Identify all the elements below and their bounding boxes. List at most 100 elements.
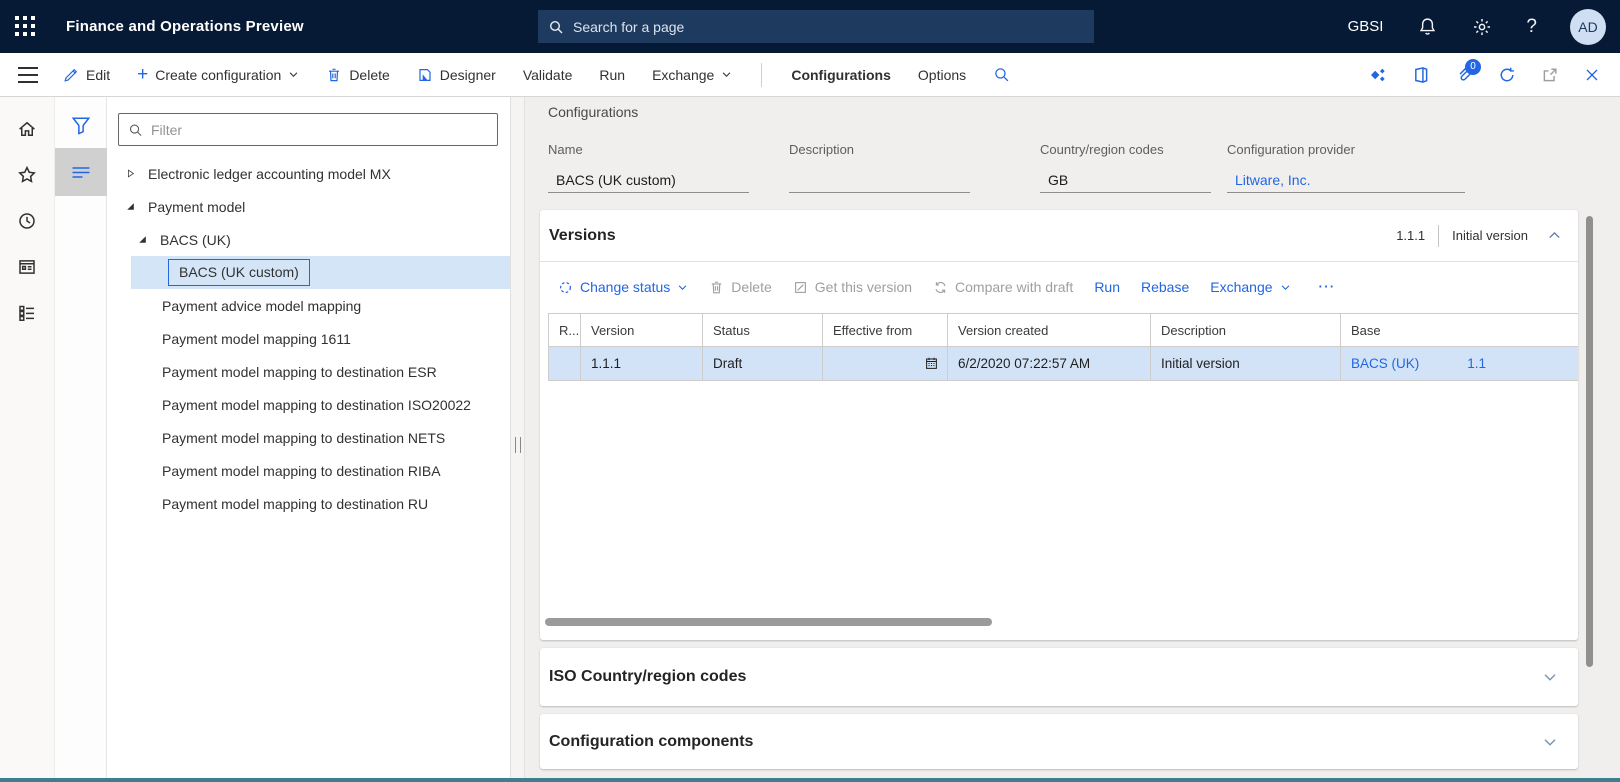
open-in-new-window-button[interactable] — [1541, 66, 1559, 84]
tree-item-mapping-destination-nets[interactable]: Payment model mapping to destination NET… — [107, 421, 510, 454]
more-commands-button[interactable]: ⋯ — [1318, 277, 1336, 297]
horizontal-scrollbar[interactable] — [545, 618, 992, 626]
run-button[interactable]: Run — [599, 67, 625, 83]
tree-item-electronic-ledger[interactable]: Electronic ledger accounting model MX — [107, 157, 510, 190]
cell-effective-from[interactable] — [823, 347, 948, 381]
col-base[interactable]: Base — [1341, 313, 1578, 347]
cell-description[interactable]: Initial version — [1151, 347, 1341, 381]
col-version-created[interactable]: Version created — [948, 313, 1151, 347]
splitter-grip-icon[interactable] — [515, 437, 521, 453]
panel-splitter[interactable] — [510, 97, 525, 778]
exchange-version-button[interactable]: Exchange — [1210, 279, 1290, 295]
base-version-number: 1.1 — [1467, 356, 1486, 371]
clock-icon — [17, 211, 37, 231]
col-record-mark[interactable]: R... — [549, 313, 581, 347]
col-status[interactable]: Status — [703, 313, 823, 347]
chevron-down-icon — [1542, 734, 1558, 750]
vertical-scrollbar[interactable] — [1586, 216, 1593, 667]
nav-menu-button[interactable] — [0, 53, 55, 97]
exchange-button[interactable]: Exchange — [652, 67, 732, 83]
tree-item-mapping-destination-esr[interactable]: Payment model mapping to destination ESR — [107, 355, 510, 388]
version-row[interactable]: 1.1.1 Draft 6/2/2020 07:22:57 AM Initial… — [548, 347, 1578, 381]
favorites-button[interactable] — [7, 152, 47, 198]
search-icon — [993, 66, 1010, 83]
versions-panel: Versions 1.1.1 Initial version Change st… — [540, 210, 1578, 640]
company-picker[interactable]: GBSI — [1348, 18, 1384, 35]
tree-filter-input[interactable] — [151, 122, 488, 138]
name-value[interactable]: BACS (UK custom) — [548, 170, 749, 193]
settings-button[interactable] — [1471, 16, 1493, 38]
close-button[interactable] — [1584, 67, 1600, 83]
collapse-section-button[interactable] — [1547, 228, 1562, 243]
designer-button[interactable]: Designer — [417, 67, 496, 83]
rebase-button[interactable]: Rebase — [1141, 279, 1189, 295]
tree-item-payment-advice-model-mapping[interactable]: Payment advice model mapping — [107, 289, 510, 322]
expand-section-button[interactable] — [1542, 734, 1558, 750]
tree-item-payment-model[interactable]: Payment model — [107, 190, 510, 223]
delete-version-button[interactable]: Delete — [709, 279, 771, 295]
tab-options[interactable]: Options — [918, 67, 966, 83]
description-value[interactable] — [789, 170, 970, 193]
expand-collapsed-icon[interactable] — [122, 166, 138, 182]
notifications-button[interactable] — [1416, 16, 1438, 38]
description-field: Description — [789, 142, 970, 193]
iso-country-region-codes-section[interactable]: ISO Country/region codes — [540, 648, 1578, 706]
office-button[interactable] — [1412, 66, 1430, 84]
chevron-down-icon — [1280, 282, 1291, 293]
filter-tool-button[interactable] — [55, 104, 107, 146]
col-version[interactable]: Version — [581, 313, 703, 347]
base-configuration-link[interactable]: BACS (UK) — [1351, 356, 1419, 371]
modules-button[interactable] — [7, 290, 47, 336]
delete-button[interactable]: Delete — [326, 67, 389, 83]
attachments-button[interactable]: 0 — [1455, 66, 1473, 84]
run-version-button[interactable]: Run — [1094, 279, 1120, 295]
cell-base[interactable]: BACS (UK) 1.1 — [1341, 347, 1578, 381]
refresh-button[interactable] — [1498, 66, 1516, 84]
create-configuration-button[interactable]: + Create configuration — [137, 67, 299, 83]
country-region-codes-value[interactable]: GB — [1040, 170, 1211, 193]
tree-item-payment-model-mapping-1611[interactable]: Payment model mapping 1611 — [107, 322, 510, 355]
expand-expanded-icon[interactable] — [134, 232, 150, 248]
components-section-title: Configuration components — [549, 733, 753, 751]
tree-item-mapping-destination-iso20022[interactable]: Payment model mapping to destination ISO… — [107, 388, 510, 421]
get-this-version-button[interactable]: Get this version — [793, 279, 912, 295]
page-search-box[interactable] — [538, 10, 1094, 43]
tree-item-bacs-uk[interactable]: BACS (UK) — [107, 223, 510, 256]
expand-section-button[interactable] — [1542, 669, 1558, 685]
col-description[interactable]: Description — [1151, 313, 1341, 347]
recent-button[interactable] — [7, 198, 47, 244]
calendar-icon[interactable] — [924, 356, 939, 371]
col-effective-from[interactable]: Effective from — [823, 313, 948, 347]
expand-expanded-icon[interactable] — [122, 199, 138, 215]
page-search-input[interactable] — [573, 19, 1084, 35]
action-search-button[interactable] — [993, 66, 1010, 83]
compare-with-draft-button[interactable]: Compare with draft — [933, 279, 1073, 295]
window-bottom-edge — [0, 778, 1620, 782]
cell-status[interactable]: Draft — [703, 347, 823, 381]
cell-record-mark[interactable] — [549, 347, 581, 381]
search-icon — [128, 122, 143, 138]
app-launcher-button[interactable] — [0, 0, 50, 53]
tree-filter-box[interactable] — [118, 113, 498, 146]
configuration-provider-link[interactable]: Litware, Inc. — [1227, 170, 1465, 193]
tree-item-mapping-destination-ru[interactable]: Payment model mapping to destination RU — [107, 487, 510, 520]
chevron-up-icon — [1547, 228, 1562, 243]
country-region-codes-field: Country/region codes GB — [1040, 142, 1211, 193]
tree-item-bacs-uk-custom[interactable]: BACS (UK custom) — [131, 256, 510, 289]
configuration-components-section[interactable]: Configuration components — [540, 714, 1578, 769]
validate-button[interactable]: Validate — [523, 67, 573, 83]
avatar[interactable]: AD — [1570, 9, 1606, 45]
edit-button[interactable]: Edit — [63, 67, 110, 83]
insights-button[interactable] — [1369, 66, 1387, 84]
tree-view-button[interactable] — [55, 148, 107, 196]
tree-tools-rail — [55, 97, 107, 778]
tab-configurations[interactable]: Configurations — [791, 67, 891, 83]
home-button[interactable] — [7, 106, 47, 152]
change-status-button[interactable]: Change status — [558, 279, 688, 295]
tree-item-mapping-destination-riba[interactable]: Payment model mapping to destination RIB… — [107, 454, 510, 487]
workspaces-button[interactable] — [7, 244, 47, 290]
help-button[interactable]: ? — [1526, 16, 1537, 38]
cell-version-created[interactable]: 6/2/2020 07:22:57 AM — [948, 347, 1151, 381]
home-icon — [17, 119, 37, 139]
cell-version[interactable]: 1.1.1 — [581, 347, 703, 381]
